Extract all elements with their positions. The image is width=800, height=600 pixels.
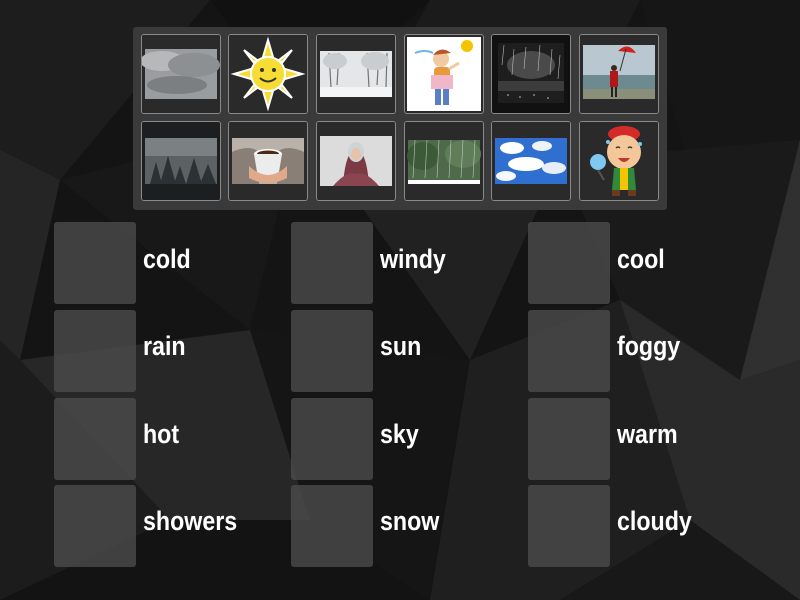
image-tile-warm-drink[interactable] <box>228 121 308 201</box>
answer-word: sun <box>380 331 422 361</box>
answer-slot[interactable] <box>528 398 610 480</box>
image-tile-hot-cartoon[interactable] <box>579 121 659 201</box>
rain-shower-icon <box>405 122 483 200</box>
answer-slot[interactable] <box>291 398 373 480</box>
answer-word: foggy <box>617 331 681 361</box>
image-tile-overcast-clouds[interactable] <box>141 34 221 114</box>
image-tile-cold-blanket[interactable] <box>316 121 396 201</box>
answer-slot[interactable] <box>291 485 373 567</box>
answer-slot[interactable] <box>291 310 373 392</box>
answer-slot[interactable] <box>291 222 373 304</box>
overcast-clouds-icon <box>142 35 220 113</box>
answer-slot[interactable] <box>528 222 610 304</box>
cold-person-icon <box>317 122 395 200</box>
image-tile-rain-shower[interactable] <box>404 121 484 201</box>
image-tile-blue-sky[interactable] <box>491 121 571 201</box>
answer-word: hot <box>143 419 180 449</box>
answer-word: warm <box>617 419 678 449</box>
answer-word: snow <box>380 506 440 536</box>
blue-sky-icon <box>492 122 570 200</box>
answer-word: showers <box>143 506 238 536</box>
foggy-forest-icon <box>142 122 220 200</box>
answer-word: sky <box>380 419 419 449</box>
answer-slot[interactable] <box>54 310 136 392</box>
answer-slot[interactable] <box>528 485 610 567</box>
answer-slot[interactable] <box>54 485 136 567</box>
warm-drink-icon <box>229 122 307 200</box>
image-tile-umbrella-wind[interactable] <box>579 34 659 114</box>
umbrella-wind-icon <box>580 35 658 113</box>
image-tile-snowy-trees[interactable] <box>316 34 396 114</box>
answer-slot[interactable] <box>528 310 610 392</box>
answer-word: cold <box>143 244 191 274</box>
image-tile-windy-cartoon[interactable] <box>404 34 484 114</box>
snowy-trees-icon <box>317 35 395 113</box>
hot-cartoon-fan-icon <box>580 122 658 200</box>
image-tile-smiling-sun[interactable] <box>228 34 308 114</box>
answer-word: cloudy <box>617 506 692 536</box>
windy-person-icon <box>407 37 481 111</box>
image-tile-rain-window[interactable] <box>491 34 571 114</box>
image-tile-foggy-forest[interactable] <box>141 121 221 201</box>
answer-slot[interactable] <box>54 398 136 480</box>
answer-word: cool <box>617 244 665 274</box>
smiling-sun-icon <box>229 35 307 113</box>
answer-word: rain <box>143 331 186 361</box>
rain-window-icon <box>492 35 570 113</box>
answer-word: windy <box>380 244 446 274</box>
answer-slot[interactable] <box>54 222 136 304</box>
